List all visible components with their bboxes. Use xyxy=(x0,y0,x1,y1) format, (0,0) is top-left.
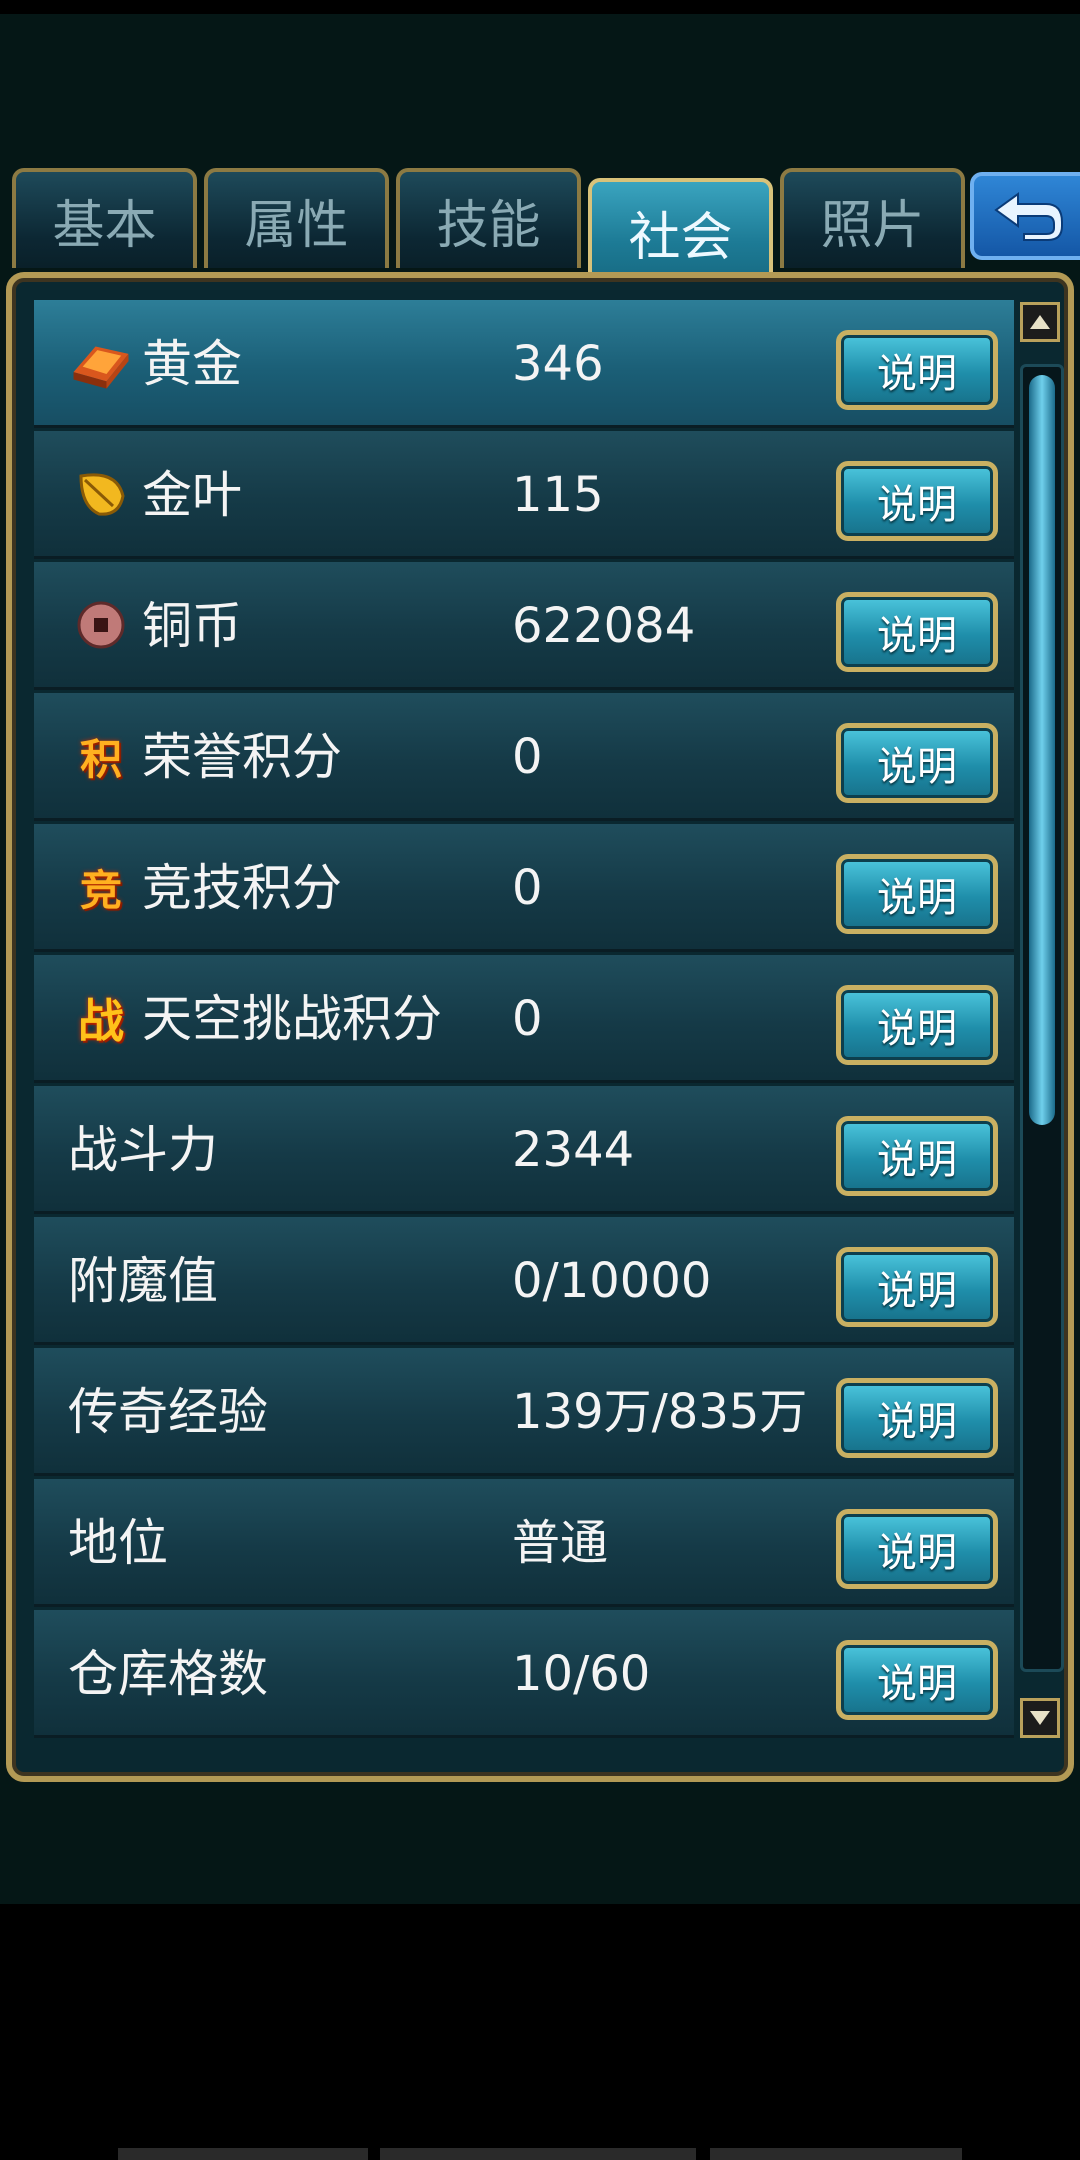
row-value: 普通 xyxy=(512,1515,609,1571)
tab-skills[interactable]: 技能 xyxy=(396,168,581,268)
arrow-down-icon xyxy=(1030,1711,1050,1725)
explain-button[interactable]: 说明 xyxy=(836,985,998,1065)
scrollbar[interactable] xyxy=(1016,302,1066,1762)
list-item: 传奇经验 139万/835万 说明 xyxy=(34,1348,1014,1476)
list-item: 附魔值 0/10000 说明 xyxy=(34,1217,1014,1345)
row-value: 346 xyxy=(512,336,604,392)
row-value: 0 xyxy=(512,729,543,785)
row-value: 10/60 xyxy=(512,1646,651,1702)
list-item: 黄金 346 说明 xyxy=(34,300,1014,428)
sky-challenge-icon: 战 xyxy=(78,994,124,1048)
explain-button[interactable]: 说明 xyxy=(836,1116,998,1196)
row-value: 0 xyxy=(512,991,543,1047)
nav-home-key[interactable] xyxy=(380,2148,696,2160)
back-button[interactable] xyxy=(970,172,1080,260)
row-label: 黄金 xyxy=(142,335,242,393)
tab-attributes[interactable]: 属性 xyxy=(204,168,389,268)
gold-ingot-icon xyxy=(68,330,134,396)
list-item: 金叶 115 说明 xyxy=(34,431,1014,559)
tab-bar: 基本 属性 技能 社会 照片 xyxy=(0,150,1080,282)
arena-points-icon: 竞 xyxy=(79,865,122,915)
social-panel: 黄金 346 说明 金叶 115 说明 铜币 622084 说明 积 荣誉积分 … xyxy=(6,272,1074,1782)
tab-basic[interactable]: 基本 xyxy=(12,168,197,268)
row-label: 仓库格数 xyxy=(68,1645,268,1703)
list-item: 战斗力 2344 说明 xyxy=(34,1086,1014,1214)
explain-button[interactable]: 说明 xyxy=(836,1509,998,1589)
copper-coin-icon xyxy=(68,592,134,658)
list-item: 地位 普通 说明 xyxy=(34,1479,1014,1607)
explain-button[interactable]: 说明 xyxy=(836,330,998,410)
honor-points-icon: 积 xyxy=(79,734,122,784)
row-label: 竞技积分 xyxy=(142,859,342,917)
game-screen: 基本 属性 技能 社会 照片 黄金 346 说明 金叶 115 说明 铜币 62… xyxy=(0,14,1080,1904)
list-item: 战 天空挑战积分 0 说明 xyxy=(34,955,1014,1083)
explain-button[interactable]: 说明 xyxy=(836,1247,998,1327)
list-item: 仓库格数 10/60 说明 xyxy=(34,1610,1014,1738)
row-value: 115 xyxy=(512,467,604,523)
explain-button[interactable]: 说明 xyxy=(836,854,998,934)
arrow-up-icon xyxy=(1030,315,1050,329)
row-label: 附魔值 xyxy=(68,1252,218,1310)
return-arrow-icon xyxy=(994,192,1063,241)
row-label: 铜币 xyxy=(142,597,242,655)
list-item: 铜币 622084 说明 xyxy=(34,562,1014,690)
row-label: 战斗力 xyxy=(68,1121,218,1179)
row-value: 2344 xyxy=(512,1122,635,1178)
nav-recent-key[interactable] xyxy=(710,2148,962,2160)
row-value: 139万/835万 xyxy=(512,1384,808,1440)
row-label: 天空挑战积分 xyxy=(142,990,442,1048)
scroll-track[interactable] xyxy=(1020,364,1064,1672)
explain-button[interactable]: 说明 xyxy=(836,1640,998,1720)
list-item: 积 荣誉积分 0 说明 xyxy=(34,693,1014,821)
row-label: 荣誉积分 xyxy=(142,728,342,786)
tab-social[interactable]: 社会 xyxy=(588,178,773,282)
scroll-up-button[interactable] xyxy=(1020,302,1060,342)
tab-photo[interactable]: 照片 xyxy=(780,168,965,268)
scroll-thumb[interactable] xyxy=(1029,375,1055,1125)
explain-button[interactable]: 说明 xyxy=(836,461,998,541)
explain-button[interactable]: 说明 xyxy=(836,723,998,803)
row-value: 0 xyxy=(512,860,543,916)
scroll-down-button[interactable] xyxy=(1020,1698,1060,1738)
explain-button[interactable]: 说明 xyxy=(836,1378,998,1458)
currency-list: 黄金 346 说明 金叶 115 说明 铜币 622084 说明 积 荣誉积分 … xyxy=(34,300,1014,1760)
system-nav-bar xyxy=(0,2130,1080,2160)
row-label: 传奇经验 xyxy=(68,1383,268,1441)
row-value: 622084 xyxy=(512,598,696,654)
gold-leaf-icon xyxy=(68,461,134,527)
explain-button[interactable]: 说明 xyxy=(836,592,998,672)
nav-back-key[interactable] xyxy=(118,2148,368,2160)
row-label: 地位 xyxy=(68,1514,168,1572)
row-label: 金叶 xyxy=(142,466,242,524)
list-item: 竞 竞技积分 0 说明 xyxy=(34,824,1014,952)
row-value: 0/10000 xyxy=(512,1253,712,1309)
